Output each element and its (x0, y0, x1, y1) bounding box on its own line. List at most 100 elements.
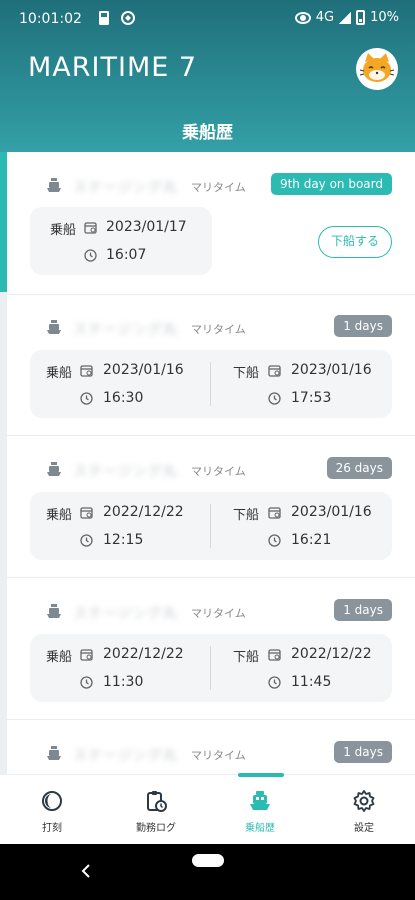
network-type: 4G (315, 10, 335, 25)
company-name: マリタイム (191, 181, 246, 194)
embark-time: 11:30 (103, 674, 144, 690)
battery-level: 10% (370, 10, 399, 25)
panel-divider (210, 362, 211, 406)
disembark-date: 2023/01/16 (291, 504, 372, 520)
status-badge: 9th day on board (270, 173, 392, 195)
signal-icon (339, 11, 352, 24)
calendar-icon (268, 649, 281, 661)
list-rail (0, 152, 7, 774)
disembark-label: 下船 (233, 508, 260, 523)
embark-date: 2023/01/17 (106, 219, 187, 235)
ship-icon (47, 604, 61, 618)
ship-icon (47, 320, 61, 334)
ship-name: ステージング丸 (73, 322, 178, 338)
tab-label: 設定 (354, 823, 374, 834)
app-title: MARITIME 7 (28, 52, 198, 83)
tab-label: 打刻 (42, 823, 62, 834)
eye-icon (294, 11, 311, 24)
embark-date: 2022/12/22 (103, 504, 184, 520)
embark-time: 12:15 (103, 532, 144, 548)
battery-icon (356, 10, 366, 25)
ship-name: ステージング丸 (73, 180, 178, 196)
calendar-icon (84, 222, 97, 234)
tab-boarding-history[interactable]: 乗船歴 (210, 775, 310, 845)
ship-name: ステージング丸 (73, 464, 178, 480)
list-item[interactable]: ステージング丸 マリタイム 9th day on board 乗船 2023/0… (7, 152, 415, 295)
system-navigation-bar (0, 844, 415, 900)
disembark-time: 16:21 (291, 532, 332, 548)
clock-icon (80, 392, 93, 405)
embark-date: 2022/12/22 (103, 646, 184, 662)
ship-icon (47, 462, 61, 476)
list-item[interactable]: ステージング丸 マリタイム 1 days (7, 720, 415, 774)
home-button[interactable] (192, 854, 224, 867)
ship-icon (47, 746, 61, 760)
ship-name: ステージング丸 (73, 748, 178, 764)
sim-icon (99, 11, 109, 25)
clock-icon (268, 392, 281, 405)
voyage-panel: 乗船 2022/12/22 11:30 下船 2022/12/22 11:45 (30, 634, 392, 702)
calendar-icon (80, 649, 93, 661)
status-bar: 10:01:02 4G 10% (0, 0, 415, 40)
app-header: 10:01:02 4G 10% MARITIME 7 乗船歴 (0, 0, 415, 152)
status-badge: 26 days (326, 457, 392, 479)
panel-divider (210, 504, 211, 548)
panel-divider (210, 646, 211, 690)
calendar-icon (268, 365, 281, 377)
disembark-button[interactable]: 下船する (318, 226, 392, 258)
bottom-navigation: 打刻 勤務ログ 乗船歴 設定 (0, 773, 415, 845)
tab-work-log[interactable]: 勤務ログ (106, 775, 206, 845)
data-saver-icon (121, 11, 135, 25)
voyage-panel: 乗船 2023/01/16 16:30 下船 2023/01/16 17:53 (30, 350, 392, 418)
page-title: 乗船歴 (182, 123, 233, 143)
embark-date: 2023/01/16 (103, 362, 184, 378)
tab-label: 勤務ログ (136, 823, 176, 834)
tab-clock-in[interactable]: 打刻 (2, 775, 102, 845)
disembark-time: 11:45 (291, 674, 332, 690)
clock-moon-icon (42, 791, 62, 811)
disembark-label: 下船 (233, 366, 260, 381)
tab-settings[interactable]: 設定 (314, 775, 414, 845)
clock-icon (268, 676, 281, 689)
company-name: マリタイム (191, 323, 246, 336)
avatar[interactable] (356, 48, 398, 90)
status-badge: 1 days (334, 741, 392, 763)
boarding-history-list[interactable]: ステージング丸 マリタイム 9th day on board 乗船 2023/0… (0, 152, 415, 774)
clipboard-clock-icon (147, 791, 167, 812)
embark-label: 乗船 (50, 223, 77, 238)
list-item[interactable]: ステージング丸 マリタイム 26 days 乗船 2022/12/22 12:1… (7, 436, 415, 578)
embark-time: 16:07 (106, 247, 147, 263)
embark-label: 乗船 (46, 650, 73, 665)
embark-label: 乗船 (46, 366, 73, 381)
company-name: マリタイム (191, 465, 246, 478)
status-badge: 1 days (334, 599, 392, 621)
tab-label: 乗船歴 (245, 823, 275, 834)
clock-icon (80, 534, 93, 547)
clock-icon (268, 534, 281, 547)
disembark-time: 17:53 (291, 390, 332, 406)
clock-icon (84, 249, 97, 262)
disembark-date: 2022/12/22 (291, 646, 372, 662)
ship-icon (47, 178, 61, 192)
embark-time: 16:30 (103, 390, 144, 406)
company-name: マリタイム (191, 607, 246, 620)
company-name: マリタイム (191, 749, 246, 762)
voyage-panel: 乗船 2022/12/22 12:15 下船 2023/01/16 16:21 (30, 492, 392, 560)
active-record-indicator (0, 152, 7, 292)
gear-icon (353, 790, 375, 812)
back-icon[interactable] (80, 864, 92, 878)
list-item[interactable]: ステージング丸 マリタイム 1 days 乗船 2023/01/16 16:30… (7, 295, 415, 436)
list-item[interactable]: ステージング丸 マリタイム 1 days 乗船 2022/12/22 11:30… (7, 578, 415, 720)
ship-name: ステージング丸 (73, 606, 178, 622)
clock-icon (80, 676, 93, 689)
embark-label: 乗船 (46, 508, 73, 523)
status-time: 10:01:02 (19, 11, 82, 27)
status-badge: 1 days (334, 315, 392, 337)
cat-avatar-icon (359, 53, 395, 82)
calendar-icon (80, 507, 93, 519)
ship-icon (250, 791, 270, 810)
disembark-date: 2023/01/16 (291, 362, 372, 378)
calendar-icon (80, 365, 93, 377)
calendar-icon (268, 507, 281, 519)
embark-panel: 乗船 2023/01/17 16:07 (30, 207, 212, 275)
